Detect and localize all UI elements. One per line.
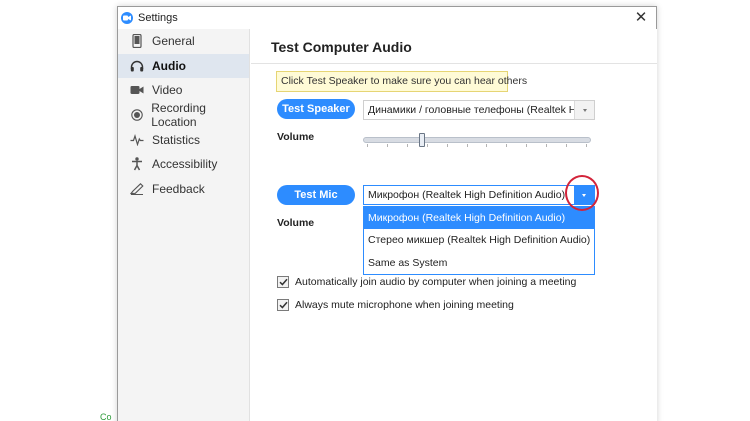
sidebar-item-recording-location[interactable]: Recording Location (118, 101, 249, 130)
sidebar-item-accessibility[interactable]: Accessibility (118, 152, 249, 177)
chevron-down-icon (583, 109, 587, 112)
mute-mic-checkbox[interactable] (277, 299, 289, 311)
sidebar-item-feedback[interactable]: Feedback (118, 177, 249, 202)
sidebar-item-label: General (152, 34, 195, 49)
auto-join-checkbox[interactable] (277, 276, 289, 288)
record-icon (130, 108, 143, 122)
sidebar-item-label: Feedback (152, 181, 205, 196)
speaker-dropdown-arrow[interactable] (574, 101, 594, 119)
mute-mic-option[interactable]: Always mute microphone when joining meet… (277, 299, 514, 311)
auto-join-audio-option[interactable]: Automatically join audio by computer whe… (277, 276, 576, 288)
phone-icon (130, 34, 144, 49)
microphone-device-value: Микрофон (Realtek High Definition Audio) (368, 189, 566, 201)
pulse-icon (130, 133, 144, 147)
settings-window: Settings ✕ General Audio Video Recording… (117, 6, 657, 421)
background-text-fragment: Co (100, 412, 112, 421)
video-camera-icon (130, 83, 144, 97)
speaker-device-select[interactable]: Динамики / головные телефоны (Realtek Hi… (363, 100, 595, 120)
sidebar-item-label: Recording Location (151, 101, 206, 130)
microphone-volume-label: Volume (277, 217, 315, 229)
window-title: Settings (138, 12, 178, 24)
sidebar-item-label: Video (152, 83, 183, 98)
microphone-device-select[interactable]: Микрофон (Realtek High Definition Audio) (363, 185, 595, 205)
test-mic-button[interactable]: Test Mic (277, 185, 355, 205)
feedback-icon (130, 182, 144, 196)
dropdown-option[interactable]: Same as System (364, 252, 594, 274)
sidebar-item-statistics[interactable]: Statistics (118, 127, 249, 152)
speaker-device-value: Динамики / головные телефоны (Realtek Hi… (368, 104, 594, 116)
sidebar-item-label: Statistics (152, 132, 201, 147)
close-button[interactable]: ✕ (632, 9, 650, 27)
auto-join-label: Automatically join audio by computer whe… (295, 276, 577, 288)
microphone-dropdown-list: Микрофон (Realtek High Definition Audio)… (363, 206, 595, 275)
page-title: Test Computer Audio (271, 39, 412, 55)
slider-ticks (367, 144, 587, 147)
accessibility-icon (130, 157, 144, 171)
heading-divider (251, 63, 657, 64)
sidebar-item-label: Accessibility (152, 157, 218, 172)
sidebar-item-label: Audio (152, 58, 186, 73)
sidebar-item-audio[interactable]: Audio (118, 53, 249, 79)
headphones-icon (130, 59, 144, 73)
sidebar-item-general[interactable]: General (118, 29, 249, 54)
settings-sidebar: General Audio Video Recording Location S… (118, 29, 250, 421)
sidebar-item-video[interactable]: Video (118, 78, 249, 103)
test-speaker-button[interactable]: Test Speaker (277, 99, 355, 119)
dropdown-option[interactable]: Микрофон (Realtek High Definition Audio) (364, 207, 594, 230)
screenshot-canvas: Co Settings ✕ General Audio Video Record… (0, 0, 750, 421)
speaker-volume-slider[interactable] (363, 133, 591, 147)
highlight-circle-annotation (565, 175, 599, 211)
slider-track (363, 137, 591, 143)
slider-thumb[interactable] (419, 133, 425, 147)
speaker-test-tooltip: Click Test Speaker to make sure you can … (276, 71, 527, 92)
dropdown-option[interactable]: Стерео микшер (Realtek High Definition A… (364, 229, 594, 251)
zoom-camera-icon (121, 12, 133, 24)
audio-settings-panel: Test Computer Audio Click Test Speaker t… (251, 29, 657, 421)
title-bar: Settings ✕ (118, 7, 656, 29)
speaker-volume-label: Volume (277, 131, 315, 143)
mute-mic-label: Always mute microphone when joining meet… (295, 299, 514, 311)
